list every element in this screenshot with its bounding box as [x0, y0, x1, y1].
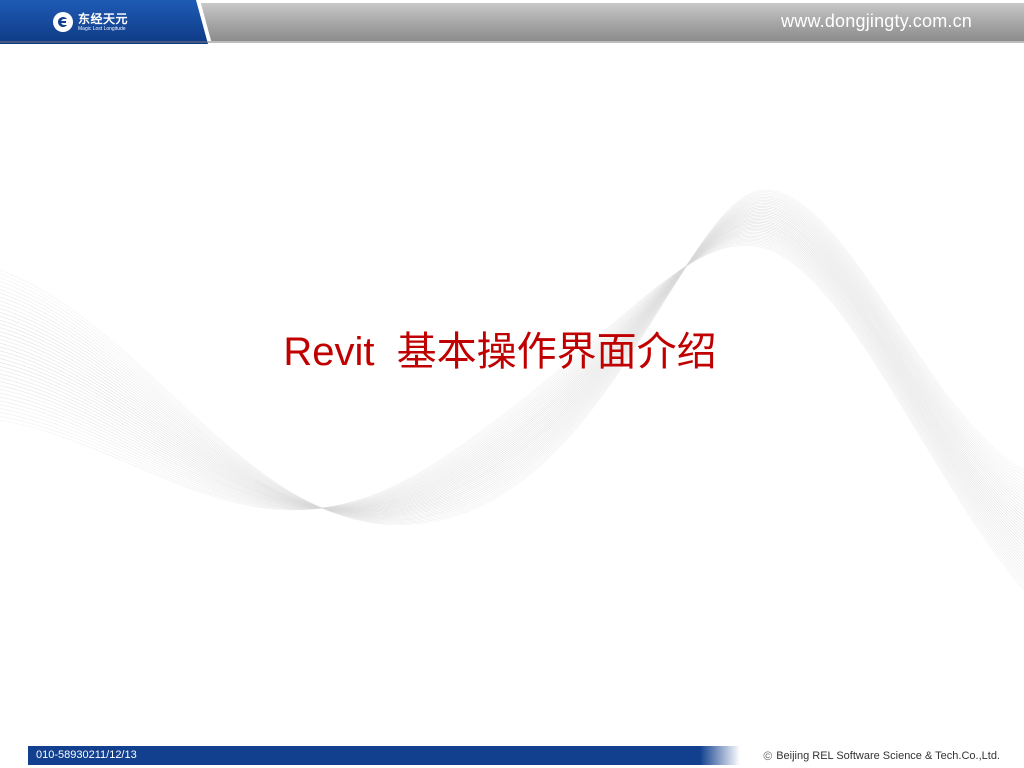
footer-bar-fade — [700, 746, 740, 765]
logo-name-en: Magic Lost Longitude — [78, 25, 126, 32]
copyright-icon: © — [763, 749, 773, 763]
slide-title: Revit 基本操作界面介绍 — [283, 330, 717, 374]
wave-line — [0, 243, 1024, 588]
footer-copyright: © Beijing REL Software Science & Tech.Co… — [763, 749, 1000, 763]
wave-line — [0, 227, 1024, 551]
slide-header: 东经天元 Magic Lost Longitude www.dongjingty… — [0, 0, 1024, 44]
wave-line — [0, 223, 1024, 541]
decorative-wave-lines — [0, 189, 1024, 591]
wave-line — [0, 229, 1024, 554]
slide-footer: 010-58930211/12/13 © Beijing REL Softwar… — [0, 744, 1024, 768]
wave-line — [0, 224, 1024, 545]
website-url: www.dongjingty.com.cn — [781, 11, 972, 31]
company-logo: 东经天元 Magic Lost Longitude — [52, 9, 128, 35]
copyright-text: Beijing REL Software Science & Tech.Co.,… — [776, 750, 1000, 762]
wave-line — [0, 221, 1024, 538]
logo-name-cn: 东经天元 — [78, 11, 129, 26]
wave-line — [0, 226, 1024, 548]
company-logo-icon — [53, 12, 73, 32]
footer-phone: 010-58930211/12/13 — [36, 749, 137, 761]
wave-line — [0, 235, 1024, 569]
wave-line — [0, 230, 1024, 557]
wave-line — [0, 219, 1024, 532]
wave-line — [0, 242, 1024, 585]
